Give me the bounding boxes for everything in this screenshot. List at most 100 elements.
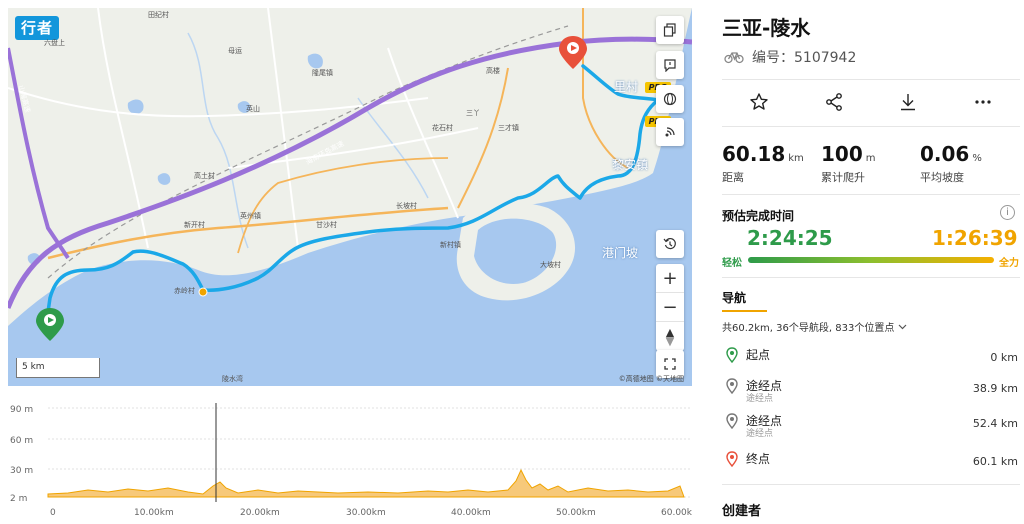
x-tick-label: 60.00km — [661, 508, 692, 518]
map-place-label: 三才镇 — [498, 124, 519, 132]
map-place-label: 长坡村 — [396, 202, 417, 210]
tab-underline — [722, 310, 767, 312]
tab-navigation[interactable]: 导航 — [722, 289, 746, 306]
map-place-label: 新村镇 — [440, 241, 461, 249]
waypoint-distance: 52.4 km — [972, 417, 1018, 430]
compass-icon[interactable]: ▲ ▼ — [656, 322, 684, 351]
map-place-label: 三丫 — [466, 109, 480, 117]
x-tick-label: 40.00km — [451, 508, 491, 518]
stat-label: 累计爬升 — [821, 171, 865, 184]
route-page: 行者 田纪村 六盘上 母运 英山 隆尾镇 高楼 三丫 花石村 三才镇 高土村 新… — [0, 0, 1024, 524]
waypoint-via-2[interactable]: 途经点 途经点 52.4 km — [722, 411, 1020, 439]
stat-value: 0.06 — [920, 142, 970, 166]
elevation-gridlines — [48, 407, 692, 498]
waypoint-distance: 0 km — [990, 351, 1018, 364]
map-place-label: 大坡村 — [540, 261, 561, 269]
map-scale-bar: 5 km — [16, 358, 100, 378]
waypoint-type: 途经点 — [746, 394, 774, 404]
stat-unit: m — [865, 153, 876, 164]
feedback-icon[interactable] — [656, 51, 684, 79]
stat-value: 100 — [821, 142, 863, 166]
route-id: 编号：5107942 — [724, 47, 856, 67]
stat-climb: 100 m 累计爬升 — [821, 142, 920, 185]
nav-summary-toggle[interactable]: 共60.2km, 36个导航段, 833个位置点 — [722, 319, 907, 334]
elevation-chart[interactable]: 90 m 60 m 30 m 2 m 0 10.00km 20.00km 30.… — [8, 398, 701, 520]
brand-logo: 行者 — [15, 16, 60, 40]
map-place-label: 高楼 — [486, 67, 500, 75]
favorite-button[interactable] — [739, 82, 779, 122]
map-canvas[interactable] — [8, 8, 692, 386]
map-place-label: 黎安镇 — [612, 158, 649, 172]
divider — [722, 277, 1020, 278]
divider — [722, 194, 1020, 195]
map-place-label: 陵水湾 — [222, 375, 243, 383]
y-tick-label: 30 m — [10, 466, 33, 476]
x-tick-label: 30.00km — [346, 508, 386, 518]
stat-distance: 60.18 km 距离 — [722, 142, 821, 185]
map-place-label: 花石村 — [432, 124, 453, 132]
stat-label: 平均坡度 — [920, 171, 964, 184]
more-button[interactable] — [963, 82, 1003, 122]
copy-icon[interactable] — [656, 16, 684, 44]
map-place-label: 英山 — [246, 105, 260, 113]
stat-unit: km — [788, 153, 804, 164]
map-place-label: 英州镇 — [240, 212, 261, 220]
share-icon — [825, 93, 842, 111]
route-map[interactable]: 行者 田纪村 六盘上 母运 英山 隆尾镇 高楼 三丫 花石村 三才镇 高土村 新… — [8, 8, 692, 386]
zoom-out-button[interactable]: − — [656, 293, 684, 322]
bicycle-icon — [724, 52, 744, 64]
easy-label: 轻松 — [722, 258, 742, 269]
waypoint-start[interactable]: 起点 0 km — [722, 345, 1020, 373]
info-icon[interactable]: i — [1000, 205, 1015, 220]
nav-summary-text: 共60.2km, 36个导航段, 833个位置点 — [722, 323, 895, 334]
effort-gradient-bar — [748, 257, 994, 263]
stat-value: 60.18 — [722, 142, 786, 166]
y-tick-label: 60 m — [10, 436, 33, 446]
map-place-label: 赤岭村 — [174, 287, 195, 295]
waypoint-via-1[interactable]: 途经点 途经点 38.9 km — [722, 376, 1020, 404]
start-pin-icon — [726, 347, 738, 363]
map-place-label: 六盘上 — [44, 39, 65, 47]
gps-signal-icon[interactable] — [656, 118, 684, 146]
map-place-label: 新开村 — [184, 221, 205, 229]
download-icon — [901, 94, 916, 111]
chevron-down-icon — [898, 324, 907, 329]
full-effort-time: 1:26:39 — [932, 226, 1018, 250]
waypoint-distance: 38.9 km — [972, 382, 1018, 395]
map-place-label: 母运 — [228, 47, 242, 55]
map-place-label: 甘沙村 — [316, 221, 337, 229]
zoom-controls: + − ▲ ▼ — [656, 264, 684, 351]
stat-unit: % — [972, 153, 982, 164]
share-button[interactable] — [814, 82, 854, 122]
history-icon[interactable] — [656, 230, 684, 258]
elevation-area — [47, 468, 685, 498]
globe-icon[interactable] — [656, 85, 684, 113]
waypoint-pin-icon — [726, 413, 738, 429]
waypoint-type: 途经点 — [746, 429, 774, 439]
x-tick-label: 20.00km — [240, 508, 280, 518]
route-details-panel: 三亚-陵水 编号：5107942 60.18 km 距离 100 m 累计爬升 … — [706, 0, 1024, 524]
y-tick-label: 2 m — [10, 494, 27, 504]
creator-heading: 创建者 — [722, 504, 762, 519]
download-button[interactable] — [888, 82, 928, 122]
stat-label: 距离 — [722, 171, 744, 184]
y-tick-label: 90 m — [10, 405, 33, 415]
divider — [722, 126, 1020, 127]
x-tick-label: 10.00km — [134, 508, 174, 518]
waypoint-end[interactable]: 终点 60.1 km — [722, 449, 1020, 477]
map-place-label: 高土村 — [194, 172, 215, 180]
star-icon — [750, 93, 768, 110]
waypoint-name: 终点 — [746, 452, 771, 466]
waypoint-distance: 60.1 km — [972, 455, 1018, 468]
route-title: 三亚-陵水 — [722, 16, 811, 40]
divider — [722, 484, 1020, 485]
divider — [722, 79, 1020, 80]
full-effort-label: 全力 — [999, 258, 1019, 269]
map-place-label: 隆尾镇 — [312, 69, 333, 77]
route-id-label: 编号：5107942 — [752, 50, 857, 66]
zoom-in-button[interactable]: + — [656, 264, 684, 293]
map-place-label: 里村 — [614, 80, 639, 94]
route-stats: 60.18 km 距离 100 m 累计爬升 0.06% 平均坡度 — [722, 142, 1020, 185]
x-tick-label: 0 — [50, 508, 56, 518]
map-place-label: 港门坡 — [602, 246, 639, 260]
